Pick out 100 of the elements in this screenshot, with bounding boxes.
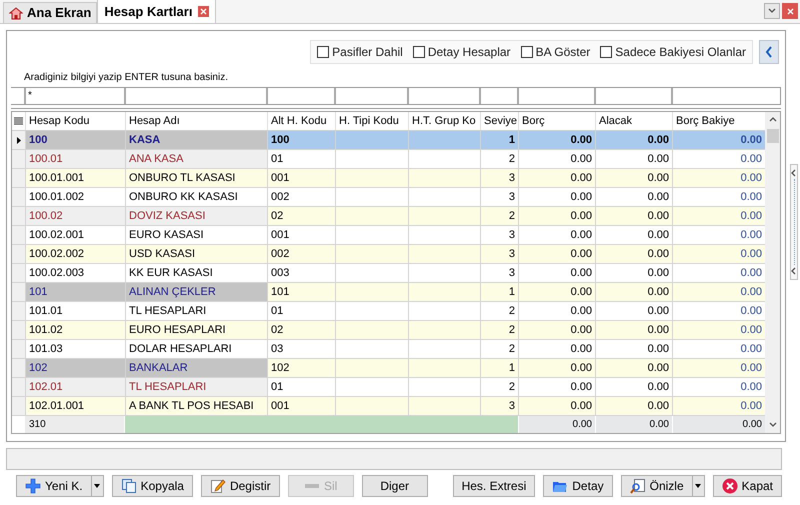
toolbar-button[interactable]: Önizle [620, 475, 693, 497]
table-cell: 02 [267, 207, 335, 226]
preview-icon [630, 478, 646, 494]
table-cell: DOVIZ KASASI [125, 207, 267, 226]
column-header[interactable]: Alacak [595, 112, 672, 130]
column-header[interactable]: Borç [518, 112, 595, 130]
table-cell: EURO KASASI [125, 226, 267, 245]
close-button[interactable] [782, 3, 798, 19]
table-row[interactable]: 102.01.001 A BANK TL POS HESABI 001 3 0.00 0.00 0.00 [12, 397, 765, 416]
filter-field[interactable]: * [24, 88, 124, 104]
checkbox-label[interactable]: BA Göster [536, 43, 590, 61]
table-cell: 002 [267, 245, 335, 264]
table-row[interactable]: 102 BANKALAR 102 1 0.00 0.00 0.00 [12, 359, 765, 378]
table-cell: 0.00 [595, 359, 672, 378]
scrollbar[interactable] [765, 112, 780, 433]
table-cell: 01 [267, 378, 335, 397]
table-cell: 0.00 [518, 169, 595, 188]
scroll-down-icon [768, 421, 776, 429]
table-cell: 0.00 [518, 188, 595, 207]
table-row[interactable]: 100.02 DOVIZ KASASI 02 2 0.00 0.00 0.00 [12, 207, 765, 226]
column-header[interactable]: H. Tipi Kodu [335, 112, 408, 130]
table-cell: 0.00 [672, 321, 765, 340]
table-row[interactable]: 100.02.002 USD KASASI 002 3 0.00 0.00 0.00 [12, 245, 765, 264]
collapse-button[interactable] [759, 40, 779, 64]
edit-icon [210, 478, 226, 494]
tab[interactable]: Ana Ekran [3, 2, 98, 23]
table-cell: 2 [480, 207, 518, 226]
dropdown-button[interactable] [92, 475, 104, 497]
checkbox[interactable] [412, 46, 425, 58]
tab[interactable]: Hesap Kartları [97, 0, 216, 23]
checkbox-label[interactable]: Pasifler Dahil [332, 43, 403, 61]
toolbar-button[interactable]: Degistir [200, 475, 280, 497]
copy-icon [120, 478, 137, 494]
table-cell: 100 [25, 131, 125, 150]
table-row[interactable]: 100.01.002 ONBURO KK KASASI 002 3 0.00 0.00 0.00 [12, 188, 765, 207]
table-cell: 0.00 [595, 264, 672, 283]
table-cell: 100 [267, 131, 335, 150]
column-header[interactable]: Hesap Adı [125, 112, 267, 130]
table-cell: 0.00 [595, 245, 672, 264]
side-panel-handle[interactable] [790, 164, 798, 280]
dropdown-button[interactable] [692, 475, 705, 497]
table-cell: 101.01 [25, 302, 125, 321]
table-row[interactable]: 100 KASA 100 1 0.00 0.00 0.00 [12, 131, 765, 150]
table-cell: 101.03 [25, 340, 125, 359]
table-cell: 2 [480, 340, 518, 359]
column-menu-icon[interactable] [14, 116, 23, 126]
table-cell: 0.00 [518, 150, 595, 169]
table-row[interactable]: 100.01 ANA KASA 01 2 0.00 0.00 0.00 [12, 150, 765, 169]
table-row[interactable]: 100.02.003 KK EUR KASASI 003 3 0.00 0.00 0.00 [12, 264, 765, 283]
table-row[interactable]: 101.03 DOLAR HESAPLARI 03 2 0.00 0.00 0.00 [12, 340, 765, 359]
table-cell: 0.00 [595, 169, 672, 188]
table-cell: 01 [267, 150, 335, 169]
toolbar-button[interactable]: Kapat [712, 475, 782, 497]
checkbox[interactable] [600, 46, 612, 58]
toolbar-button[interactable]: Detay [543, 475, 613, 497]
column-header[interactable]: Alt H. Kodu [267, 112, 335, 130]
table-cell: A BANK TL POS HESABI [125, 397, 267, 416]
toolbar-button[interactable]: Hes. Extresi [452, 475, 536, 497]
table-cell: 0.00 [595, 188, 672, 207]
table-cell: 0.00 [518, 283, 595, 302]
chevron-left-icon [790, 169, 798, 177]
column-header[interactable]: Seviye [480, 112, 518, 130]
table-cell: ALINAN ÇEKLER [125, 283, 267, 302]
close-icon [786, 8, 794, 14]
table-row[interactable]: 101.02 EURO HESAPLARI 02 2 0.00 0.00 0.00 [12, 321, 765, 340]
toolbar-button[interactable]: Kopyala [112, 475, 193, 497]
home-icon [9, 6, 23, 20]
table-cell: 102.01.001 [25, 397, 125, 416]
dropdown-button[interactable] [764, 3, 780, 19]
table-cell: 2 [480, 150, 518, 169]
footer-cell: 0.00 [519, 416, 595, 433]
toolbar-button[interactable]: Diger [362, 475, 428, 497]
checkbox-label[interactable]: Detay Hesaplar [428, 43, 511, 61]
table-cell: 0.00 [672, 131, 765, 150]
checkbox[interactable] [317, 46, 330, 58]
table-cell: 0.00 [672, 207, 765, 226]
column-header[interactable]: Hesap Kodu [25, 112, 125, 130]
table-cell: 0.00 [595, 397, 672, 416]
footer-cell: 0.00 [673, 416, 765, 433]
checkbox-label[interactable]: Sadece Bakiyesi Olanlar [615, 43, 746, 61]
footer-cell: 0.00 [596, 416, 672, 433]
checkbox[interactable] [520, 46, 533, 58]
scroll-thumb[interactable] [766, 129, 778, 143]
close-icon[interactable] [198, 6, 210, 17]
table-cell: 0.00 [595, 302, 672, 321]
table-row[interactable]: 100.02.001 EURO KASASI 001 3 0.00 0.00 0.00 [12, 226, 765, 245]
table-cell: 0.00 [518, 207, 595, 226]
table-cell: 0.00 [595, 226, 672, 245]
table-row[interactable]: 101.01 TL HESAPLARI 01 2 0.00 0.00 0.00 [12, 302, 765, 321]
table-cell: 0.00 [672, 378, 765, 397]
table-cell: 0.00 [518, 226, 595, 245]
table-cell: 0.00 [518, 378, 595, 397]
column-header[interactable]: H.T. Grup Ko [408, 112, 480, 130]
table-cell: 0.00 [518, 321, 595, 340]
table-cell: KASA [125, 131, 267, 150]
table-row[interactable]: 102.01 TL HESAPLARI 01 2 0.00 0.00 0.00 [12, 378, 765, 397]
table-cell: EURO HESAPLARI [125, 321, 267, 340]
table-row[interactable]: 101 ALINAN ÇEKLER 101 1 0.00 0.00 0.00 [12, 283, 765, 302]
toolbar-button[interactable]: Yeni K. [16, 475, 92, 497]
table-row[interactable]: 100.01.001 ONBURO TL KASASI 001 3 0.00 0.00 0.00 [12, 169, 765, 188]
